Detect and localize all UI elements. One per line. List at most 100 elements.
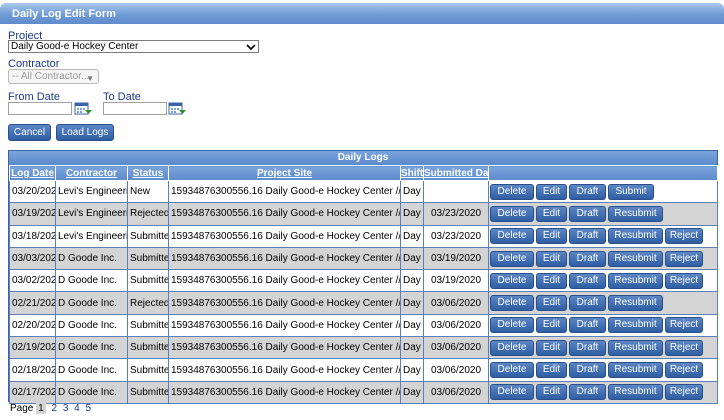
cell-actions: Delete Edit Draft Resubmit — [488, 291, 718, 315]
delete-button[interactable]: Delete — [490, 384, 534, 401]
col-header-submitted-date[interactable]: Submitted Date — [423, 165, 489, 181]
edit-button[interactable]: Edit — [536, 183, 567, 200]
cell-contractor: D Goode Inc. — [55, 336, 128, 360]
cell-log-date: 02/21/2020 — [9, 291, 56, 315]
cell-status: Submitted — [127, 246, 169, 271]
col-header-log-date[interactable]: Log Date — [9, 165, 56, 181]
delete-button[interactable]: Delete — [490, 317, 534, 334]
delete-button[interactable]: Delete — [490, 272, 534, 289]
draft-button[interactable]: Draft — [569, 183, 606, 200]
resubmit-button[interactable]: Resubmit — [608, 362, 663, 379]
cell-log-date: 02/17/2020 — [9, 380, 56, 404]
reject-button[interactable]: Reject — [665, 362, 703, 379]
cell-shift: Day — [400, 313, 424, 338]
reject-button[interactable]: Reject — [665, 339, 703, 356]
cell-project-site: 15934876300556.16 Daily Good-e Hockey Ce… — [168, 202, 401, 226]
edit-button[interactable]: Edit — [536, 384, 567, 401]
cell-submitted-date: 03/23/2020 — [423, 202, 489, 226]
edit-button[interactable]: Edit — [536, 295, 567, 312]
pager-page-link[interactable]: 4 — [74, 403, 80, 414]
form-title: Daily Log Edit Form — [12, 8, 116, 20]
edit-button[interactable]: Edit — [536, 250, 567, 267]
form-title-bar: Daily Log Edit Form — [0, 3, 724, 24]
col-header-status[interactable]: Status — [127, 165, 169, 181]
cancel-button[interactable]: Cancel — [8, 124, 51, 141]
edit-button[interactable]: Edit — [536, 228, 567, 245]
resubmit-button[interactable]: Resubmit — [608, 205, 663, 222]
table-row: 02/20/2020D Goode Inc.Submitted159348763… — [9, 313, 718, 338]
cell-submitted-date — [423, 179, 489, 204]
reject-button[interactable]: Reject — [665, 228, 703, 245]
pager-current-page: 1 — [36, 403, 46, 414]
draft-button[interactable]: Draft — [569, 272, 606, 289]
draft-button[interactable]: Draft — [569, 205, 606, 222]
submit-button[interactable]: Submit — [608, 183, 654, 200]
pager-page-link[interactable]: 3 — [63, 403, 69, 414]
cell-submitted-date: 03/19/2020 — [423, 246, 489, 271]
reject-button[interactable]: Reject — [665, 317, 703, 334]
resubmit-button[interactable]: Resubmit — [608, 339, 663, 356]
cell-status: Rejected — [127, 202, 169, 226]
load-logs-button[interactable]: Load Logs — [56, 124, 114, 141]
draft-button[interactable]: Draft — [569, 384, 606, 401]
cell-submitted-date: 03/06/2020 — [423, 358, 489, 382]
resubmit-button[interactable]: Resubmit — [608, 384, 663, 401]
draft-button[interactable]: Draft — [569, 228, 606, 245]
col-header-shift[interactable]: Shift — [400, 165, 424, 181]
delete-button[interactable]: Delete — [490, 362, 534, 379]
cell-log-date: 03/20/2020 — [9, 179, 56, 204]
to-date-input[interactable] — [103, 102, 167, 115]
cell-log-date: 03/02/2020 — [9, 269, 56, 293]
calendar-icon[interactable] — [168, 101, 187, 116]
delete-button[interactable]: Delete — [490, 295, 534, 312]
delete-button[interactable]: Delete — [490, 183, 534, 200]
edit-button[interactable]: Edit — [536, 339, 567, 356]
table-row: 03/18/2020Levi's EngineeringSubmitted159… — [9, 224, 718, 248]
cell-contractor: Levi's Engineering — [55, 202, 128, 226]
draft-button[interactable]: Draft — [569, 339, 606, 356]
reject-button[interactable]: Reject — [665, 384, 703, 401]
from-date-input[interactable] — [8, 102, 72, 115]
cell-status: New — [127, 179, 169, 204]
resubmit-button[interactable]: Resubmit — [608, 272, 663, 289]
edit-button[interactable]: Edit — [536, 362, 567, 379]
draft-button[interactable]: Draft — [569, 250, 606, 267]
pager-page-link[interactable]: 2 — [51, 403, 57, 414]
pager-page-link[interactable]: 5 — [86, 403, 92, 414]
draft-button[interactable]: Draft — [569, 362, 606, 379]
cell-submitted-date: 03/19/2020 — [423, 269, 489, 293]
cell-log-date: 03/03/2020 — [9, 246, 56, 271]
table-row: 02/18/2020D Goode Inc.Submitted159348763… — [9, 358, 718, 382]
calendar-icon[interactable] — [74, 101, 93, 116]
table-row: 03/02/2020D Goode Inc.Submitted159348763… — [9, 269, 718, 293]
resubmit-button[interactable]: Resubmit — [608, 295, 663, 312]
draft-button[interactable]: Draft — [569, 317, 606, 334]
table-row: 02/17/2020D Goode Inc.Submitted159348763… — [9, 380, 718, 404]
col-header-contractor[interactable]: Contractor — [55, 165, 128, 181]
cell-submitted-date: 03/06/2020 — [423, 291, 489, 315]
resubmit-button[interactable]: Resubmit — [608, 317, 663, 334]
cell-contractor: D Goode Inc. — [55, 246, 128, 271]
project-select[interactable]: Daily Good-e Hockey Center — [8, 40, 259, 53]
draft-button[interactable]: Draft — [569, 295, 606, 312]
table-row: 02/19/2020D Goode Inc.Submitted159348763… — [9, 336, 718, 360]
delete-button[interactable]: Delete — [490, 228, 534, 245]
cell-actions: Delete Edit Draft Resubmit Reject — [488, 380, 718, 404]
edit-button[interactable]: Edit — [536, 317, 567, 334]
edit-button[interactable]: Edit — [536, 272, 567, 289]
contractor-select[interactable]: -- All Contractor... ▼ — [8, 69, 99, 84]
reject-button[interactable]: Reject — [665, 272, 703, 289]
resubmit-button[interactable]: Resubmit — [608, 250, 663, 267]
delete-button[interactable]: Delete — [490, 339, 534, 356]
delete-button[interactable]: Delete — [490, 250, 534, 267]
col-header-project-site[interactable]: Project Site — [168, 165, 401, 181]
project-select-value: Daily Good-e Hockey Center — [11, 41, 139, 52]
resubmit-button[interactable]: Resubmit — [608, 228, 663, 245]
cell-project-site: 15934876300556.16 Daily Good-e Hockey Ce… — [168, 380, 401, 404]
delete-button[interactable]: Delete — [490, 205, 534, 222]
edit-button[interactable]: Edit — [536, 205, 567, 222]
chevron-down-icon: ▼ — [86, 74, 94, 83]
reject-button[interactable]: Reject — [665, 250, 703, 267]
cell-project-site: 15934876300556.16 Daily Good-e Hockey Ce… — [168, 179, 401, 204]
cell-shift: Day — [400, 202, 424, 226]
